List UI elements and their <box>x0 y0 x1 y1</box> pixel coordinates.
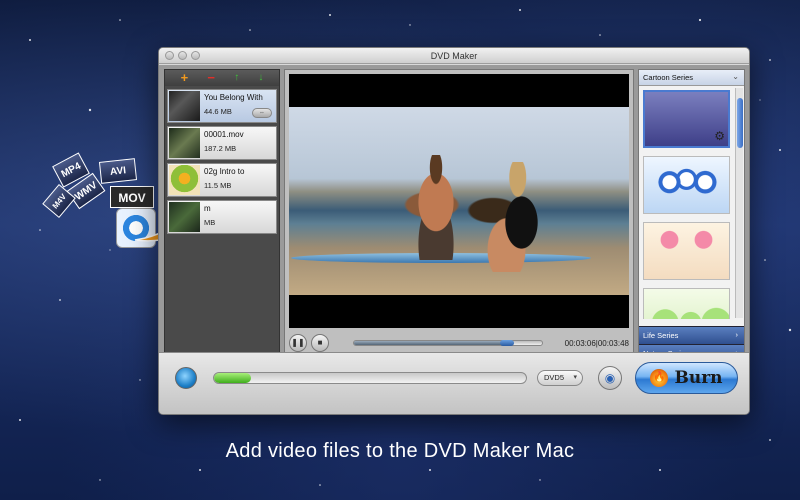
add-file-icon[interactable]: + <box>181 71 189 85</box>
file-thumbnail <box>169 91 200 121</box>
template-thumbnail[interactable]: ⚙ <box>643 90 730 148</box>
bottom-toolbar: DVD5 ▾ ◉ 🔥 Burn <box>159 352 749 414</box>
stop-button[interactable]: ■ <box>311 334 329 352</box>
gear-icon[interactable]: ⚙ <box>714 129 725 143</box>
series-header-cartoon[interactable]: Cartoon Series ⌄ <box>639 70 744 86</box>
edit-toggle-icon[interactable]: ⇔ <box>252 108 272 118</box>
file-name: 02g Intro to <box>204 167 245 176</box>
move-down-icon[interactable]: ↓ <box>258 71 263 85</box>
file-size: 187.2 MB <box>204 144 237 153</box>
file-list: You Belong With 44.6 MB ⇔ 00001.mov 187.… <box>167 89 277 237</box>
file-item[interactable]: You Belong With 44.6 MB ⇔ <box>167 89 277 123</box>
window-title: DVD Maker <box>430 51 478 61</box>
video-frame <box>289 107 629 295</box>
preview-eye-button[interactable]: ◉ <box>598 366 622 390</box>
template-thumbnails: ⚙ <box>639 87 734 319</box>
chevron-right-icon: › <box>735 330 739 339</box>
scrollbar-knob[interactable] <box>737 98 743 148</box>
file-item[interactable]: m MB <box>167 200 277 234</box>
caption-text: Add video files to the DVD Maker Mac <box>225 440 575 462</box>
pause-button[interactable]: ❚❚ <box>289 334 307 352</box>
file-size: MB <box>204 218 216 227</box>
zoom-window-button[interactable] <box>191 51 200 60</box>
disc-type-select[interactable]: DVD5 ▾ <box>537 370 583 386</box>
remove-file-icon[interactable]: − <box>207 71 215 85</box>
burn-progress-fill <box>214 373 252 383</box>
playback-slider[interactable] <box>353 340 543 346</box>
playback-knob[interactable] <box>499 340 514 346</box>
preview-panel: ❚❚ ■ 00:03:06|00:03:48 <box>284 69 634 361</box>
template-thumbnail[interactable] <box>643 288 730 319</box>
file-size: 11.5 MB <box>204 181 232 190</box>
window-controls <box>165 51 200 60</box>
file-thumbnail <box>169 128 200 158</box>
file-item[interactable]: 00001.mov 187.2 MB <box>167 126 277 160</box>
video-preview[interactable] <box>289 74 629 328</box>
template-thumbnail[interactable] <box>643 222 730 280</box>
close-window-button[interactable] <box>165 51 174 60</box>
dropdown-arrow-icon: ▾ <box>573 374 577 381</box>
file-name: m <box>204 204 211 213</box>
time-display: 00:03:06|00:03:48 <box>564 338 629 348</box>
burn-button[interactable]: 🔥 Burn <box>635 362 738 394</box>
series-label: Life Series <box>643 331 679 340</box>
series-header-label: Cartoon Series <box>643 73 694 82</box>
playback-progress <box>354 341 514 345</box>
status-indicator-button[interactable] <box>175 367 197 389</box>
template-thumbnail[interactable] <box>643 156 730 214</box>
menu-template-panel: Cartoon Series ⌄ ⚙ Life Series › Nature … <box>638 69 745 362</box>
flame-icon: 🔥 <box>650 369 669 387</box>
file-list-panel: + − ↑ ↓ You Belong With 44.6 MB ⇔ 00001.… <box>164 69 280 361</box>
burn-label: Burn <box>674 368 723 388</box>
move-up-icon[interactable]: ↑ <box>234 71 239 85</box>
file-name: 00001.mov <box>204 130 244 139</box>
template-scrollbar[interactable] <box>735 88 743 318</box>
file-thumbnail <box>169 202 200 232</box>
minimize-window-button[interactable] <box>178 51 187 60</box>
main-content: + − ↑ ↓ You Belong With 44.6 MB ⇔ 00001.… <box>159 65 749 414</box>
file-thumbnail <box>169 165 200 195</box>
series-row-life[interactable]: Life Series › <box>639 326 744 344</box>
file-name: You Belong With <box>204 93 263 102</box>
file-toolbar: + − ↑ ↓ <box>165 70 279 86</box>
playback-controls: ❚❚ ■ 00:03:06|00:03:48 <box>289 332 629 354</box>
chevron-down-icon: ⌄ <box>732 72 739 81</box>
title-bar: DVD Maker <box>159 48 749 64</box>
dvd-maker-window: DVD Maker + − ↑ ↓ You Belong With 44.6 M… <box>158 47 750 415</box>
file-item[interactable]: 02g Intro to 11.5 MB <box>167 163 277 197</box>
avi-icon: AVI <box>98 158 138 184</box>
disc-type-value: DVD5 <box>544 373 565 382</box>
burn-progress-bar <box>213 372 527 384</box>
eye-icon: ◉ <box>604 371 616 385</box>
